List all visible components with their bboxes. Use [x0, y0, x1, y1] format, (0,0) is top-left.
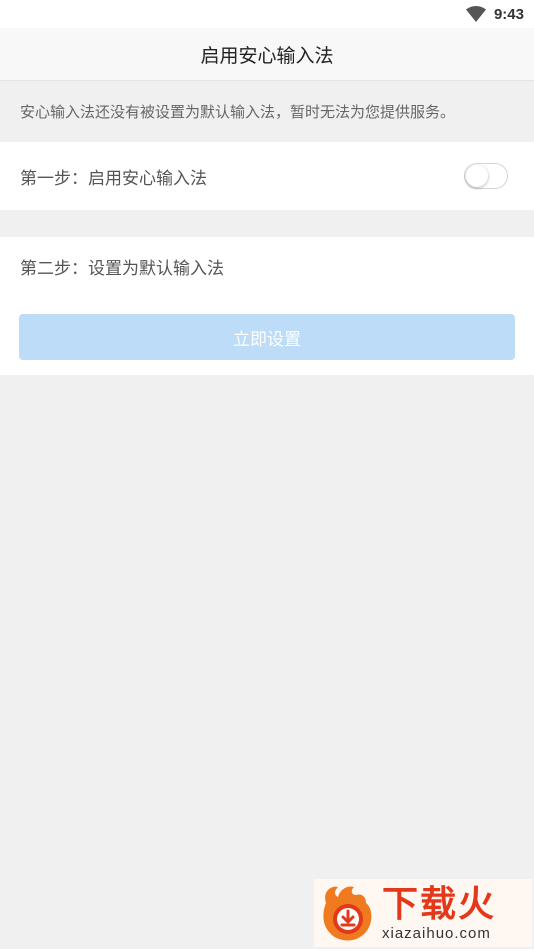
watermark-brand: 下载火: [382, 883, 497, 925]
watermark-texts: 下载火 xiazaihuo.com: [382, 883, 497, 942]
step2-label: 第二步：设置为默认输入法: [20, 259, 224, 279]
title-bar: 启用安心输入法: [0, 28, 534, 81]
step2-section: 第二步：设置为默认输入法 立即设置: [0, 237, 534, 375]
step1-label: 第一步：启用安心输入法: [20, 168, 207, 189]
flame-download-icon: [318, 883, 378, 943]
status-bar: 9:43: [0, 0, 534, 28]
page-title: 启用安心输入法: [200, 44, 334, 67]
watermark: 下载火 xiazaihuo.com: [314, 879, 532, 947]
status-time: 9:43: [493, 5, 524, 23]
status-icons: 9:43: [465, 4, 524, 24]
setup-now-button-label: 立即设置: [233, 329, 301, 350]
setup-now-button[interactable]: 立即设置: [19, 314, 515, 360]
notice-text: 安心输入法还没有被设置为默认输入法，暂时无法为您提供服务。: [20, 103, 456, 121]
toggle-knob: [466, 165, 488, 187]
watermark-domain: xiazaihuo.com: [382, 924, 491, 942]
wifi-icon: [465, 6, 486, 22]
step1-row: 第一步：启用安心输入法: [0, 142, 534, 210]
notice-banner: 安心输入法还没有被设置为默认输入法，暂时无法为您提供服务。: [0, 81, 534, 142]
enable-ime-toggle[interactable]: [464, 163, 508, 189]
